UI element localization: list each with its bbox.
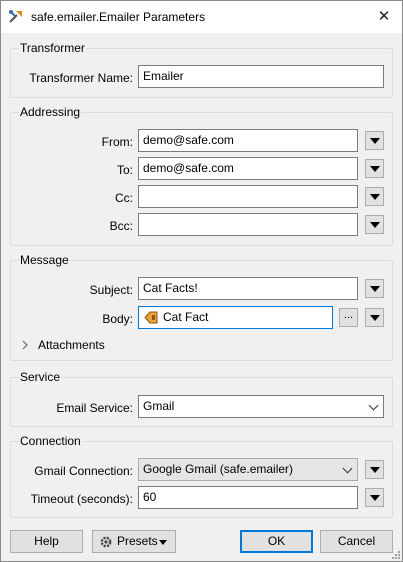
ok-button[interactable]: OK: [240, 530, 313, 553]
group-title-connection: Connection: [19, 434, 82, 448]
from-input[interactable]: demo@safe.com: [138, 129, 358, 152]
gmail-connection-value: Google Gmail (safe.emailer): [143, 462, 294, 476]
cc-label: Cc:: [115, 191, 133, 205]
subject-menu-button[interactable]: [365, 279, 384, 298]
body-input[interactable]: Cat Fact: [138, 306, 333, 329]
from-menu-button[interactable]: [365, 131, 384, 150]
transformer-app-icon: [9, 10, 22, 23]
close-icon[interactable]: ✕: [366, 1, 402, 33]
dialog-window: safe.emailer.Emailer Parameters ✕ Transf…: [0, 0, 403, 562]
email-service-label: Email Service:: [56, 401, 133, 415]
timeout-input[interactable]: 60: [138, 486, 358, 509]
gmail-connection-label: Gmail Connection:: [34, 464, 133, 478]
timeout-menu-button[interactable]: [365, 488, 384, 507]
chevron-down-icon: [342, 463, 353, 474]
bcc-label: Bcc:: [109, 219, 133, 233]
transformer-name-input[interactable]: Emailer: [138, 65, 384, 88]
subject-input[interactable]: Cat Facts!: [138, 277, 358, 300]
to-input[interactable]: demo@safe.com: [138, 157, 358, 180]
dropdown-arrow-icon: [370, 495, 380, 501]
email-service-value: Gmail: [143, 399, 175, 413]
attachments-label: Attachments: [38, 338, 105, 352]
cc-input[interactable]: [138, 185, 358, 208]
body-label: Body:: [102, 312, 133, 326]
chevron-down-icon: [368, 400, 379, 411]
gmail-connection-select[interactable]: Google Gmail (safe.emailer): [138, 458, 358, 481]
resize-grip-icon[interactable]: [390, 549, 400, 559]
body-menu-button[interactable]: [365, 308, 384, 327]
group-title-service: Service: [19, 370, 62, 384]
help-button[interactable]: Help: [10, 530, 83, 553]
cc-menu-button[interactable]: [365, 187, 384, 206]
dropdown-arrow-icon: [370, 286, 380, 292]
gmail-connection-menu-button[interactable]: [365, 460, 384, 479]
body-edit-button[interactable]: ...: [339, 308, 358, 327]
window-title: safe.emailer.Emailer Parameters: [31, 10, 206, 24]
group-title-transformer: Transformer: [19, 41, 86, 55]
bcc-menu-button[interactable]: [365, 215, 384, 234]
dropdown-arrow-icon: [370, 194, 380, 200]
chevron-right-icon: [22, 340, 28, 350]
dropdown-arrow-icon: [370, 222, 380, 228]
gear-icon: [100, 536, 112, 548]
transformer-name-label: Transformer Name:: [29, 71, 133, 85]
to-label: To:: [116, 163, 133, 177]
dropdown-arrow-icon: [370, 138, 380, 144]
presets-button[interactable]: Presets: [92, 530, 176, 553]
to-menu-button[interactable]: [365, 159, 384, 178]
presets-label: Presets: [117, 534, 158, 548]
title-bar: safe.emailer.Emailer Parameters ✕: [1, 1, 402, 33]
cancel-button[interactable]: Cancel: [320, 530, 393, 553]
dropdown-arrow-icon: [370, 467, 380, 473]
subject-label: Subject:: [89, 283, 133, 297]
group-title-message: Message: [19, 253, 70, 267]
attribute-icon: [144, 311, 158, 324]
dropdown-arrow-icon: [370, 166, 380, 172]
attachments-expander[interactable]: Attachments: [21, 337, 141, 353]
dropdown-arrow-icon: [370, 315, 380, 321]
group-title-addressing: Addressing: [19, 105, 82, 119]
bcc-input[interactable]: [138, 213, 358, 236]
body-value: Cat Fact: [163, 310, 209, 324]
dropdown-arrow-icon: [159, 540, 167, 545]
from-label: From:: [101, 135, 133, 149]
email-service-select[interactable]: Gmail: [138, 395, 384, 418]
timeout-label: Timeout (seconds):: [30, 492, 133, 506]
